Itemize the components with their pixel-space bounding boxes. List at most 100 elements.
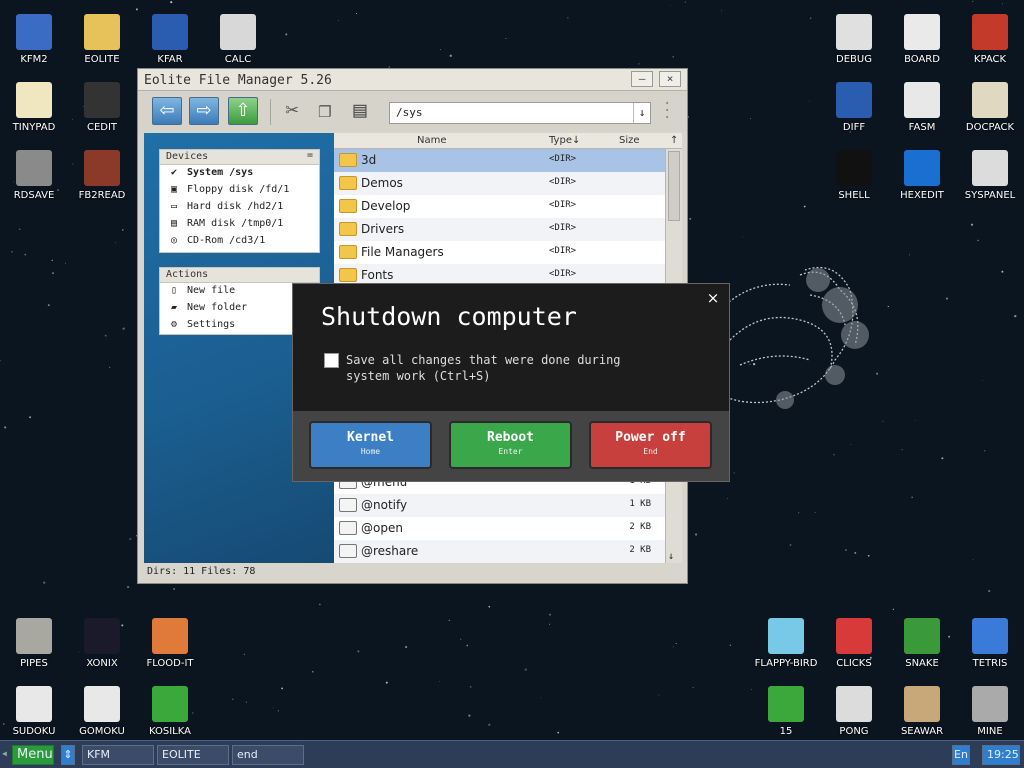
file-row[interactable]: Develop <DIR>	[334, 195, 665, 218]
file-row[interactable]: 3d <DIR>	[334, 149, 665, 172]
desktop-icon-fasm[interactable]: FASM	[888, 76, 956, 136]
back-button[interactable]: ⇦	[152, 97, 182, 125]
device-item[interactable]: ◎ CD-Rom /cd3/1	[160, 233, 319, 250]
desktop-icon-syspanel[interactable]: SYSPANEL	[956, 144, 1024, 204]
desktop-icon-15[interactable]: 15	[752, 680, 820, 740]
column-name[interactable]: Name	[417, 135, 447, 146]
devices-header[interactable]: Devices =	[160, 150, 319, 165]
path-dropdown-button[interactable]: ↓	[633, 103, 650, 123]
power-off-button[interactable]: Power off End	[591, 423, 710, 467]
file-name: 3d	[361, 153, 377, 167]
desktop-icon-kosilka[interactable]: KOSILKA	[136, 680, 204, 740]
desktop-icon-kfar[interactable]: KFAR	[136, 8, 204, 68]
desktop-icon-cedit[interactable]: CEDIT	[68, 76, 136, 136]
desktop-icon-hexedit[interactable]: HEXEDIT	[888, 144, 956, 204]
paste-icon[interactable]: ▤	[346, 97, 374, 125]
task-button[interactable]: KFM	[82, 745, 154, 765]
file-name: File Managers	[361, 245, 444, 259]
scroll-up-icon[interactable]: ↑	[670, 135, 678, 146]
desktop-icon-docpack[interactable]: DOCPACK	[956, 76, 1024, 136]
file-row[interactable]: @notify 1 KB	[334, 494, 665, 517]
kernel-button[interactable]: Kernel Home	[311, 423, 430, 467]
desktop-icon-eolite[interactable]: EOLITE	[68, 8, 136, 68]
desktop-icon-gomoku[interactable]: GOMOKU	[68, 680, 136, 740]
reboot-button[interactable]: Reboot Enter	[451, 423, 570, 467]
collapse-icon[interactable]: =	[307, 150, 313, 161]
file-row[interactable]: File Managers <DIR>	[334, 241, 665, 264]
device-item[interactable]: ▭ Hard disk /hd2/1	[160, 199, 319, 216]
arrow-up-icon: ⇧	[235, 100, 251, 121]
desktop-icon-tinypad[interactable]: TINYPAD	[0, 76, 68, 136]
file-row[interactable]: Drivers <DIR>	[334, 218, 665, 241]
desktop-icon-calc[interactable]: CALC	[204, 8, 272, 68]
file-row[interactable]: Demos <DIR>	[334, 172, 665, 195]
save-changes-label[interactable]: Save all changes that were done during s…	[346, 352, 636, 384]
more-options-icon[interactable]: · · ·	[663, 97, 671, 125]
desktop-icon-pipes[interactable]: PIPES	[0, 612, 68, 672]
close-button[interactable]: ×	[659, 71, 681, 87]
desktop-icon-pong[interactable]: PONG	[820, 680, 888, 740]
path-input[interactable]: /sys	[389, 102, 651, 124]
desktop-icon-mine[interactable]: MINE	[956, 680, 1024, 740]
sudoku-icon	[16, 686, 52, 722]
task-button[interactable]: EOLITE	[157, 745, 229, 765]
column-size[interactable]: Size	[619, 135, 640, 146]
desktop-icon-kfm2[interactable]: KFM2	[0, 8, 68, 68]
file-row[interactable]: @open 2 KB	[334, 517, 665, 540]
fasm-icon	[904, 82, 940, 118]
floppy-icon: ▣	[170, 184, 178, 195]
desktop-icon-diff[interactable]: DIFF	[820, 76, 888, 136]
button-label: Kernel	[347, 430, 394, 445]
save-changes-checkbox[interactable]	[324, 353, 339, 368]
desktop-icon-flood-it[interactable]: FLOOD-IT	[136, 612, 204, 672]
desktop-icon-debug[interactable]: DEBUG	[820, 8, 888, 68]
forward-button[interactable]: ⇨	[189, 97, 219, 125]
desktop-icon-clicks[interactable]: CLICKS	[820, 612, 888, 672]
desktop-icon-seawar[interactable]: SEAWAR	[888, 680, 956, 740]
desktop-icon-flappy-bird[interactable]: FLAPPY-BIRD	[752, 612, 820, 672]
item-label: System /sys	[187, 167, 254, 178]
dialog-close-button[interactable]: ×	[703, 288, 723, 308]
button-shortcut: Enter	[498, 447, 523, 456]
desktop-icon-tetris[interactable]: TETRIS	[956, 612, 1024, 672]
window-titlebar[interactable]: Eolite File Manager 5.26 – ×	[138, 69, 687, 91]
desktop-icon-kpack[interactable]: KPACK	[956, 8, 1024, 68]
file-name: @reshare	[361, 544, 419, 558]
clock[interactable]: 19:25	[982, 745, 1020, 765]
folder-icon	[84, 14, 120, 50]
taskbar-left-arrow-icon[interactable]: ◀	[2, 749, 7, 758]
cut-icon[interactable]: ✂	[278, 97, 306, 125]
menu-button[interactable]: Menu	[12, 745, 54, 765]
desktop-icon-label: KFM2	[20, 54, 48, 65]
desktop-icon-label: SNAKE	[905, 658, 939, 669]
desktop-icon-label: PONG	[839, 726, 869, 737]
desktop-icon-rdsave[interactable]: RDSAVE	[0, 144, 68, 204]
language-indicator[interactable]: En	[952, 745, 970, 765]
device-item[interactable]: ▣ Floppy disk /fd/1	[160, 182, 319, 199]
desktop-icon-board[interactable]: BOARD	[888, 8, 956, 68]
scrollbar-thumb[interactable]	[668, 151, 680, 221]
desktop-icon-sudoku[interactable]: SUDOKU	[0, 680, 68, 740]
minimize-button[interactable]: –	[631, 71, 653, 87]
copy-icon[interactable]: ❐	[311, 97, 339, 125]
book-icon	[84, 150, 120, 186]
device-item[interactable]: ▤ RAM disk /tmp0/1	[160, 216, 319, 233]
button-shortcut: Home	[360, 447, 381, 456]
task-button[interactable]: end	[232, 745, 304, 765]
file-row[interactable]: @reshare 2 KB	[334, 540, 665, 563]
folder-icon	[339, 222, 357, 236]
desktop-icon-label: FLOOD-IT	[146, 658, 194, 669]
device-item[interactable]: ✔ System /sys	[160, 165, 319, 182]
desktop-icon-label: KOSILKA	[149, 726, 191, 737]
desktop-icon-xonix[interactable]: XONIX	[68, 612, 136, 672]
task-switcher-button[interactable]: ⇕	[61, 745, 75, 765]
scroll-down-icon[interactable]: ↓	[668, 551, 674, 562]
up-button[interactable]: ⇧	[228, 97, 258, 125]
desktop-icon-snake[interactable]: SNAKE	[888, 612, 956, 672]
floppy-icon	[16, 14, 52, 50]
file-type: <DIR>	[549, 200, 577, 210]
desktop-icon-fb2read[interactable]: FB2READ	[68, 144, 136, 204]
desktop-icon-shell[interactable]: SHELL	[820, 144, 888, 204]
button-label: Power off	[615, 430, 686, 445]
column-type[interactable]: Type↓	[549, 135, 580, 146]
